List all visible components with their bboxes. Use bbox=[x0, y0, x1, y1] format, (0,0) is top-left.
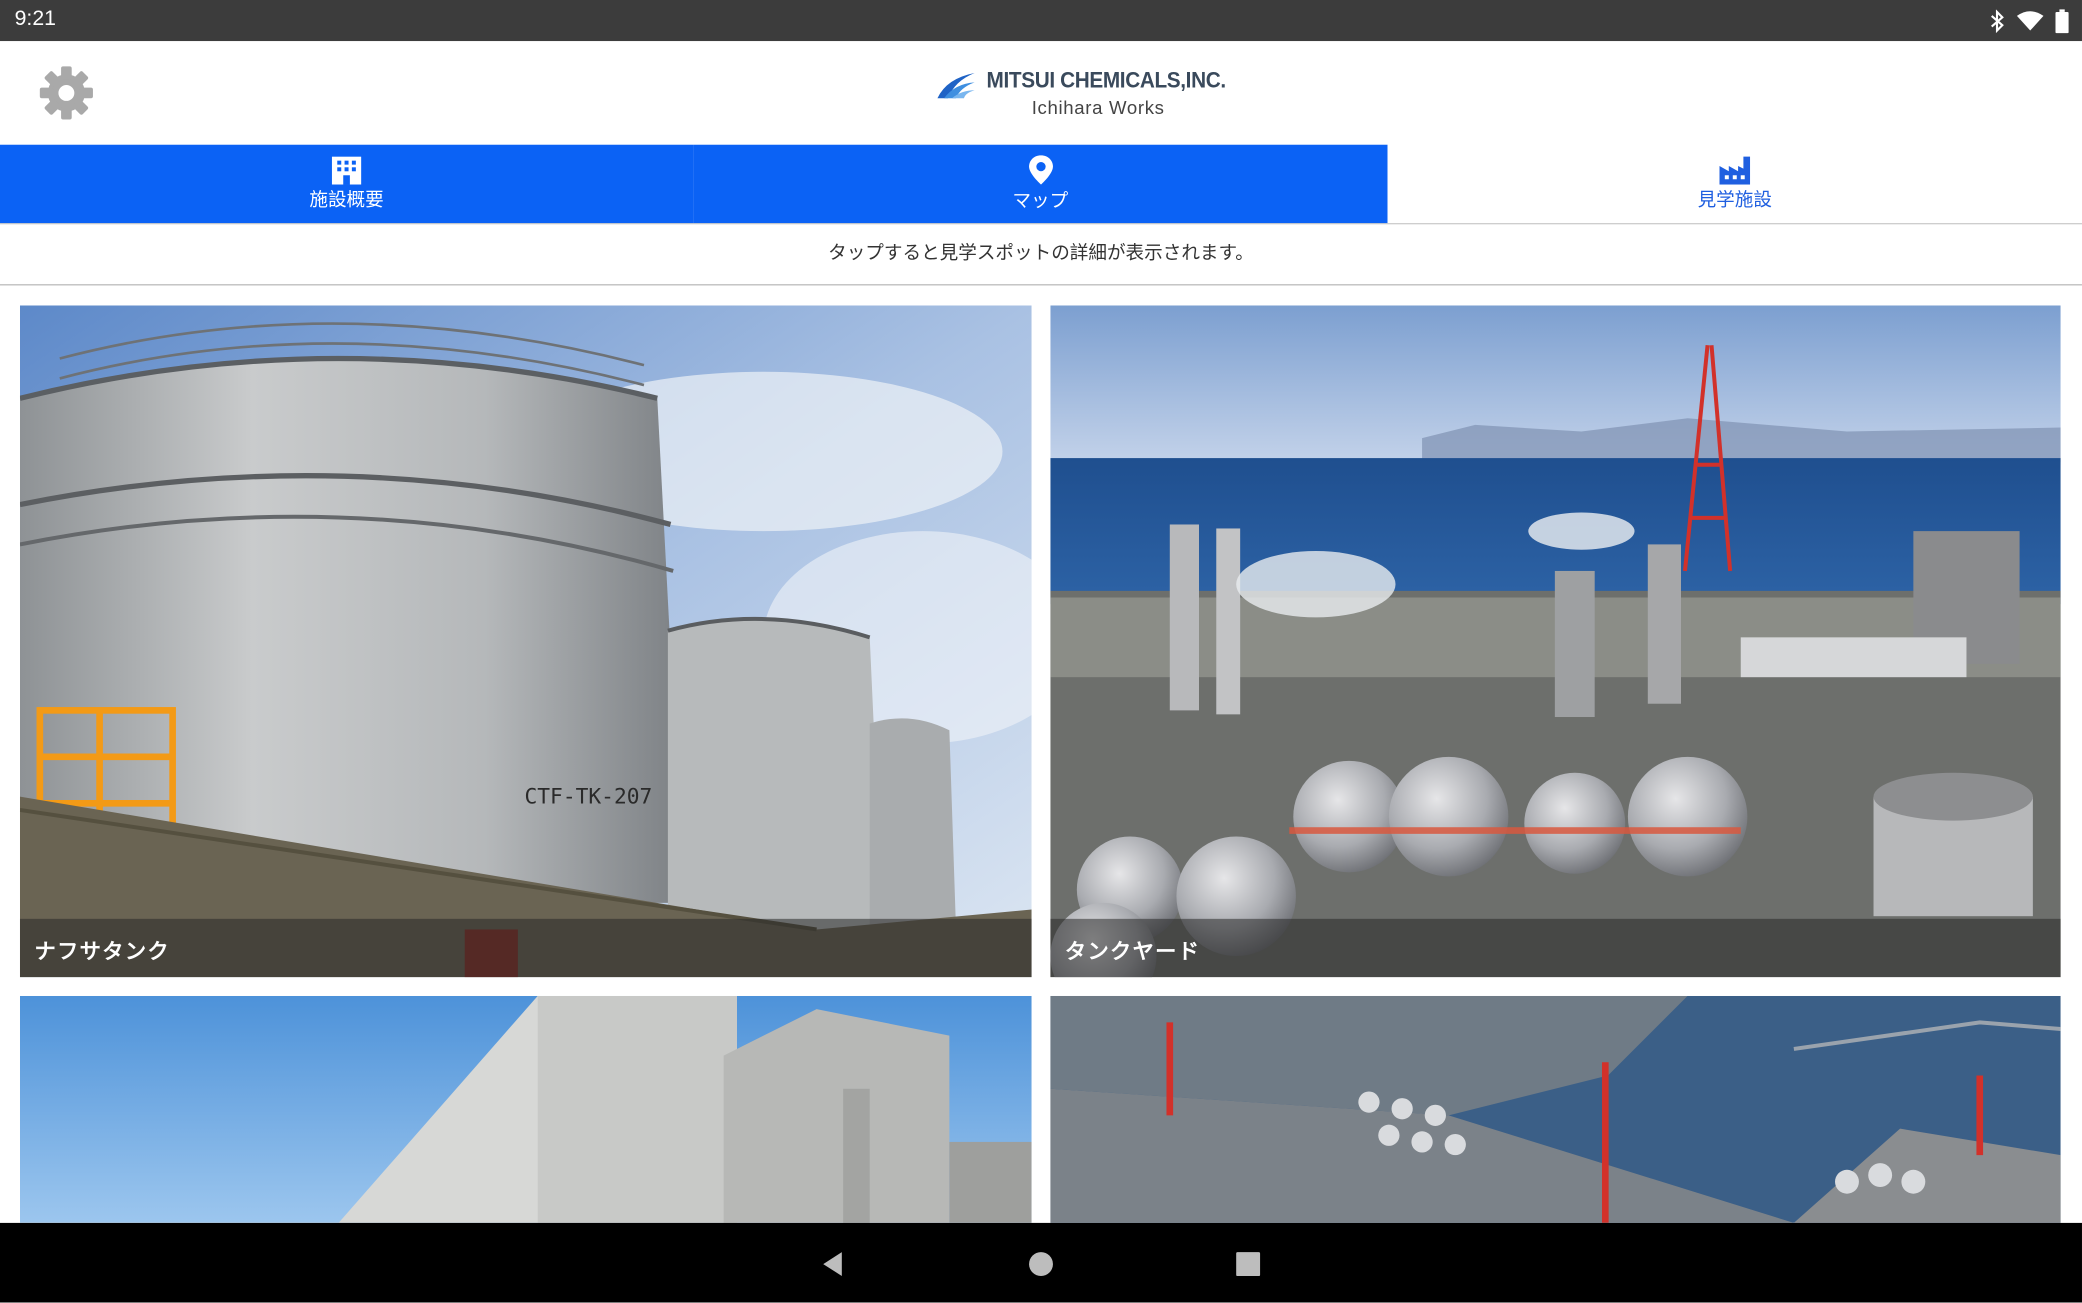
bluetooth-icon bbox=[1991, 9, 2004, 34]
spot-card-building[interactable] bbox=[19, 995, 1032, 1223]
mitsui-logo-mark bbox=[937, 73, 975, 99]
works-name: Ichihara Works bbox=[1031, 96, 1165, 119]
wifi-icon bbox=[2016, 11, 2044, 31]
tab-map[interactable]: マップ bbox=[693, 144, 1388, 224]
map-pin-icon bbox=[1028, 155, 1053, 185]
status-time: 9:21 bbox=[14, 7, 56, 31]
tab-tour-facilities[interactable]: 見学施設 bbox=[1387, 144, 2082, 224]
tab-tour-facilities-label: 見学施設 bbox=[1697, 189, 1772, 212]
spot-grid: CTF-TK-207 ナフサタンク タンクヤード bbox=[0, 285, 2082, 1223]
factory-icon bbox=[1718, 156, 1750, 185]
spot-card-aerial-complex[interactable] bbox=[1050, 995, 2061, 1223]
system-nav-bar bbox=[0, 1222, 2082, 1303]
tank-id-label: CTF-TK-207 bbox=[524, 784, 652, 809]
spot-card-naphtha-tank[interactable]: CTF-TK-207 ナフサタンク bbox=[19, 305, 1032, 978]
building-icon bbox=[331, 156, 362, 185]
spot-card-tank-yard[interactable]: タンクヤード bbox=[1050, 305, 2061, 978]
tab-bar: 施設概要 マップ 見学施設 bbox=[0, 144, 2082, 225]
company-name: MITSUI CHEMICALS,INC. bbox=[986, 67, 1227, 93]
status-icons bbox=[1989, 7, 2069, 36]
tab-facility-overview-label: 施設概要 bbox=[309, 189, 384, 212]
tank-yard-photo bbox=[1050, 305, 2061, 978]
tab-map-label: マップ bbox=[1012, 191, 1069, 213]
battery-icon bbox=[2055, 9, 2069, 34]
home-icon[interactable] bbox=[1024, 1247, 1059, 1282]
back-icon[interactable] bbox=[815, 1247, 850, 1282]
tab-facility-overview[interactable]: 施設概要 bbox=[0, 144, 694, 224]
company-logo: MITSUI CHEMICALS,INC. Ichihara Works bbox=[936, 65, 1255, 126]
app-header: MITSUI CHEMICALS,INC. Ichihara Works bbox=[0, 41, 2082, 145]
concrete-building-photo bbox=[19, 995, 1032, 1223]
spot-caption: タンクヤード bbox=[1064, 938, 1201, 964]
spot-caption: ナフサタンク bbox=[34, 938, 170, 964]
hint-text: タップすると見学スポットの詳細が表示されます。 bbox=[0, 224, 2082, 286]
spot-caption-bar: ナフサタンク bbox=[19, 918, 1032, 978]
aerial-complex-photo bbox=[1050, 995, 2061, 1223]
status-bar: 9:21 bbox=[0, 0, 2082, 42]
spot-caption-bar: タンクヤード bbox=[1050, 918, 2061, 978]
naphtha-tank-photo: CTF-TK-207 bbox=[19, 305, 1032, 978]
recents-icon[interactable] bbox=[1231, 1247, 1266, 1282]
settings-gear-icon[interactable] bbox=[37, 64, 95, 122]
